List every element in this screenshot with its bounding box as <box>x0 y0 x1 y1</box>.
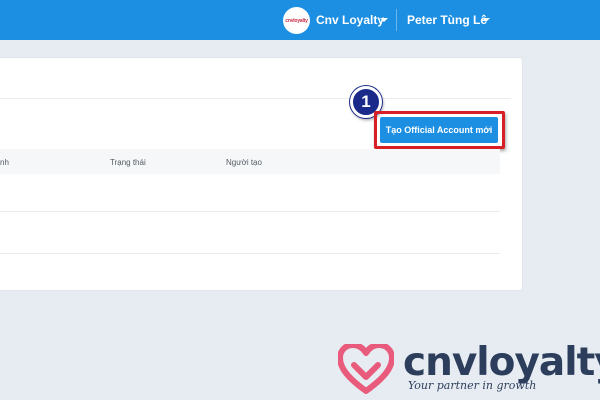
heart-icon <box>338 344 394 394</box>
user-menu[interactable]: Peter Tùng Lê <box>407 13 487 27</box>
column-header-name[interactable]: nh <box>0 158 9 167</box>
brand-switcher[interactable]: Cnv Loyalty <box>316 13 384 27</box>
chevron-down-icon[interactable] <box>380 18 388 22</box>
table-row-divider <box>0 211 500 212</box>
watermark-logo: cnvloyalty Your partner in growth <box>338 340 600 398</box>
step-number-badge: 1 <box>350 86 382 118</box>
brand-logo[interactable]: cnvloyalty <box>283 7 310 34</box>
watermark-tagline: Your partner in growth <box>408 379 537 392</box>
chevron-down-icon[interactable] <box>482 18 490 22</box>
top-navbar: cnvloyalty Cnv Loyalty Peter Tùng Lê <box>0 0 600 40</box>
card-divider <box>0 98 511 99</box>
content-card <box>0 57 523 291</box>
create-official-account-button[interactable]: Tạo Official Account mới <box>380 117 498 143</box>
table-row-divider <box>0 253 500 254</box>
column-header-status[interactable]: Trạng thái <box>110 158 146 167</box>
nav-divider <box>396 9 397 31</box>
column-header-creator[interactable]: Người tạo <box>226 158 262 167</box>
brand-logo-text: cnvloyalty <box>285 17 308 24</box>
